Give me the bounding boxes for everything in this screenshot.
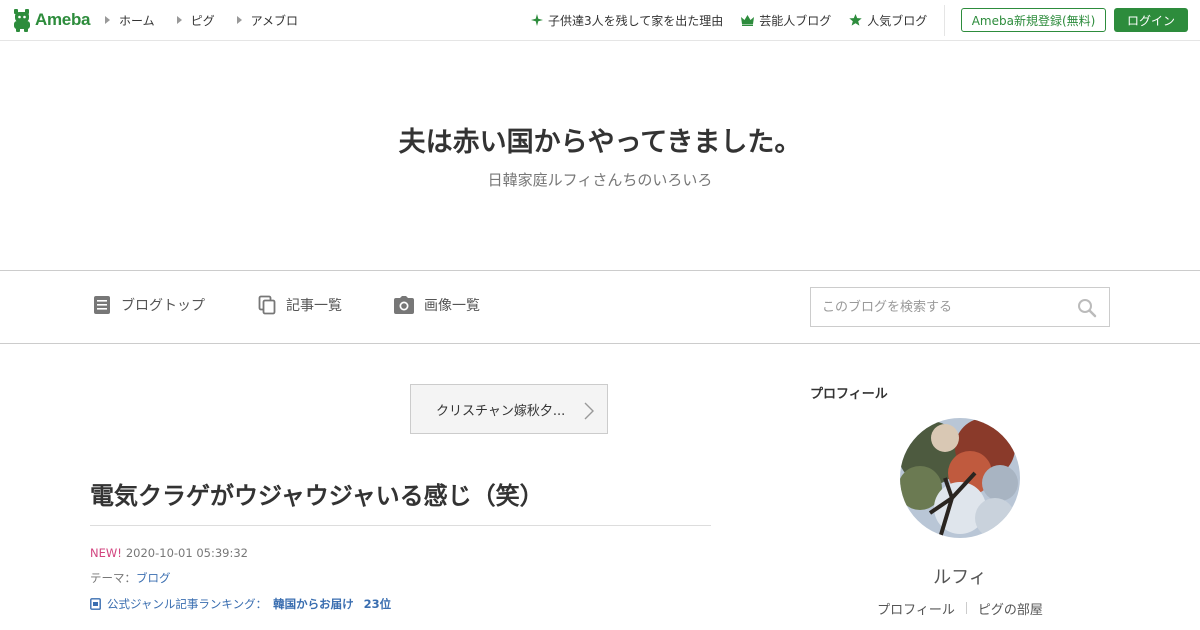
- nav-item-pigg[interactable]: ピグ: [176, 12, 215, 29]
- avatar-image: [900, 418, 1020, 538]
- header-link-label: 芸能人ブログ: [759, 13, 832, 28]
- nav-item-ameblo[interactable]: アメブロ: [236, 12, 299, 29]
- search-input[interactable]: [812, 289, 1062, 325]
- pigg-room-link[interactable]: ピグの部屋: [978, 599, 1043, 618]
- ameba-mascot-icon: [14, 9, 30, 32]
- ranking-genre: 韓国からお届け: [273, 597, 354, 611]
- triangle-right-icon: [236, 16, 242, 24]
- nav-item-label: ピグ: [190, 13, 215, 28]
- link-divider: [965, 602, 967, 614]
- camera-icon: [394, 296, 414, 314]
- blog-nav: ブログトップ 記事一覧 画像一覧: [0, 270, 1200, 344]
- ranking-label: 公式ジャンル記事ランキング：: [107, 597, 268, 611]
- triangle-right-icon: [105, 16, 110, 24]
- blog-nav-label: ブログトップ: [121, 298, 205, 314]
- logo-text: Ameba: [35, 10, 91, 29]
- profile-link[interactable]: プロフィール: [877, 599, 955, 618]
- header-link-popular-blog[interactable]: 人気ブログ: [849, 12, 927, 29]
- star-icon: [849, 14, 862, 26]
- header-links: 子供達3人を残して家を出た理由 芸能人ブログ 人気ブログ: [531, 0, 945, 40]
- article-theme: テーマ：ブログ: [90, 570, 171, 586]
- new-badge: NEW!: [90, 546, 122, 560]
- blog-nav-top[interactable]: ブログトップ: [93, 295, 205, 315]
- nav-item-label: アメブロ: [250, 13, 299, 28]
- header-link-celebrity-blog[interactable]: 芸能人ブログ: [741, 12, 831, 29]
- ranking-position: 23位: [363, 597, 392, 611]
- triangle-right-icon: [176, 16, 182, 24]
- blog-nav-images[interactable]: 画像一覧: [394, 295, 480, 315]
- prev-entry-label: クリスチャン嫁秋夕...: [436, 403, 566, 419]
- header-link-featured[interactable]: 子供達3人を残して家を出た理由: [531, 12, 723, 29]
- article-ranking[interactable]: 公式ジャンル記事ランキング： 韓国からお届け 23位: [90, 596, 391, 612]
- profile-links: プロフィール ピグの部屋: [810, 599, 1110, 618]
- theme-label: テーマ：: [90, 571, 136, 585]
- blog-subtitle: 日韓家庭ルフィさんちのいろいろ: [487, 171, 713, 189]
- blog-nav-label: 記事一覧: [286, 298, 342, 314]
- article-date: NEW! 2020-10-01 05:39:32: [90, 546, 248, 560]
- header-link-label: 人気ブログ: [867, 13, 928, 28]
- register-button[interactable]: Ameba新規登録(無料): [961, 8, 1106, 32]
- nav-item-home[interactable]: ホーム: [105, 12, 155, 29]
- copy-icon: [258, 295, 276, 315]
- article-title[interactable]: 電気クラゲがウジャウジャいる感じ（笑）: [90, 476, 544, 511]
- header-divider: [944, 5, 945, 36]
- login-button[interactable]: ログイン: [1114, 8, 1188, 32]
- nav-item-label: ホーム: [119, 13, 155, 28]
- ameba-logo[interactable]: Ameba: [12, 7, 90, 33]
- sparkle-icon: [531, 14, 543, 26]
- prev-entry-button[interactable]: クリスチャン嫁秋夕...: [410, 384, 608, 434]
- theme-link[interactable]: ブログ: [136, 571, 171, 585]
- blog-nav-label: 画像一覧: [424, 298, 480, 314]
- top-header: Ameba ホーム ピグ アメブロ 子供達3人を残して家を出た理由 芸能人ブログ…: [0, 0, 1200, 41]
- chevron-right-icon: [584, 402, 594, 420]
- blog-nav-entries[interactable]: 記事一覧: [258, 295, 342, 315]
- search-icon[interactable]: [1077, 298, 1097, 318]
- header-link-label: 子供達3人を残して家を出た理由: [548, 13, 724, 28]
- blog-title[interactable]: 夫は赤い国からやってきました。: [0, 120, 1200, 159]
- blog-search: [810, 287, 1110, 327]
- ranking-icon: [90, 598, 101, 610]
- profile-heading: プロフィール: [810, 387, 888, 402]
- article-title-divider: [90, 525, 711, 526]
- article-datetime: 2020-10-01 05:39:32: [125, 546, 248, 560]
- crown-icon: [741, 14, 755, 26]
- global-nav: ホーム ピグ アメブロ: [105, 0, 320, 40]
- profile-name[interactable]: ルフィ: [810, 563, 1110, 589]
- document-icon: [94, 296, 110, 314]
- avatar[interactable]: [900, 418, 1020, 538]
